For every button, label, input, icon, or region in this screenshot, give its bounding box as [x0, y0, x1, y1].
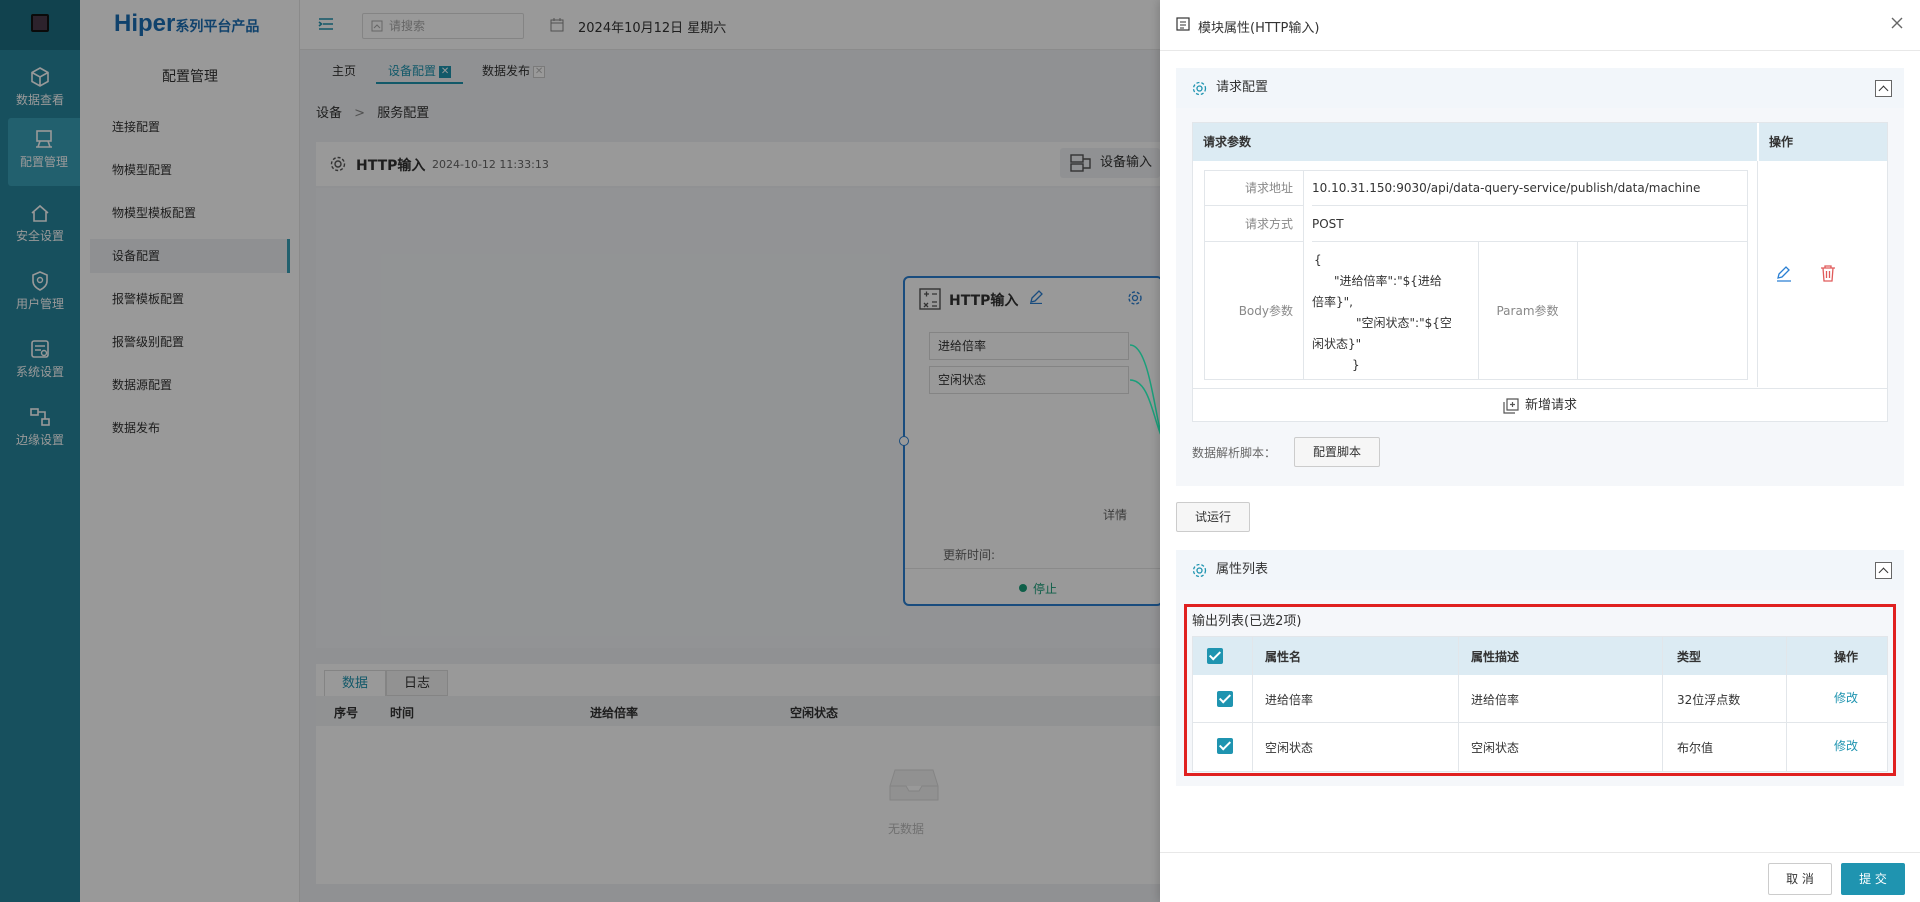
- attr-name: 进给倍率: [1265, 693, 1314, 707]
- row-checkbox[interactable]: [1217, 738, 1233, 754]
- drawer-title: 模块属性(HTTP输入): [1198, 21, 1320, 36]
- attribute-section-header: 属性列表: [1176, 550, 1904, 590]
- module-properties-drawer: 模块属性(HTTP输入) 请求配置 请求参数 操作 请求地址 10.10.31.…: [1160, 0, 1920, 902]
- collapse-button[interactable]: [1875, 562, 1892, 579]
- modal-overlay[interactable]: [0, 0, 1164, 902]
- request-params-header: 请求参数: [1193, 123, 1757, 161]
- connection-lines: [1129, 344, 1164, 441]
- attr-desc: 空闲状态: [1471, 741, 1520, 755]
- row-checkbox[interactable]: [1217, 691, 1233, 707]
- body-label: Body参数: [1204, 242, 1304, 380]
- divider: [1757, 161, 1758, 387]
- cancel-button[interactable]: 取 消: [1768, 863, 1832, 895]
- document-icon: [1176, 17, 1190, 31]
- script-label: 数据解析脚本：: [1192, 446, 1277, 460]
- config-script-button[interactable]: 配置脚本: [1294, 437, 1380, 467]
- attr-desc: 进给倍率: [1471, 693, 1520, 707]
- gear-icon: [1192, 81, 1207, 96]
- url-label: 请求地址: [1204, 170, 1304, 206]
- table-row[interactable]: 进给倍率 进给倍率 32位浮点数 修改: [1193, 675, 1887, 723]
- attr-type: 布尔值: [1677, 741, 1714, 755]
- submit-button[interactable]: 提 交: [1841, 863, 1905, 895]
- edit-link[interactable]: 修改: [1834, 689, 1858, 706]
- delete-icon[interactable]: [1820, 265, 1836, 282]
- gear-icon: [1192, 563, 1207, 578]
- divider: [1160, 50, 1920, 51]
- output-list-label: 输出列表(已选2项): [1192, 614, 1302, 629]
- edit-icon[interactable]: [1776, 266, 1792, 282]
- request-url: 10.10.31.150:9030/api/data-query-service…: [1312, 170, 1748, 206]
- method-label: 请求方式: [1204, 206, 1304, 242]
- attr-name: 空闲状态: [1265, 741, 1314, 755]
- ops-header: 操作: [1758, 123, 1887, 161]
- add-request-button[interactable]: 新增请求: [1193, 388, 1887, 421]
- param-label: Param参数: [1478, 242, 1578, 380]
- add-icon: [1503, 397, 1519, 414]
- body-content: { "进给倍率":"${进给 倍率}", "空闲状态":"${空 闲状态}" }: [1312, 253, 1452, 372]
- table-row[interactable]: 空闲状态 空闲状态 布尔值 修改: [1193, 724, 1887, 771]
- edit-link[interactable]: 修改: [1834, 737, 1858, 754]
- select-all-checkbox[interactable]: [1207, 648, 1223, 664]
- request-method: POST: [1312, 206, 1748, 242]
- close-icon[interactable]: [1890, 16, 1904, 30]
- request-section-header: 请求配置: [1176, 68, 1904, 108]
- collapse-button[interactable]: [1875, 80, 1892, 97]
- attribute-table-header: 属性名 属性描述 类型 操作: [1193, 637, 1887, 675]
- divider: [1160, 852, 1920, 853]
- trial-run-button[interactable]: 试运行: [1176, 502, 1250, 532]
- attr-type: 32位浮点数: [1677, 693, 1741, 707]
